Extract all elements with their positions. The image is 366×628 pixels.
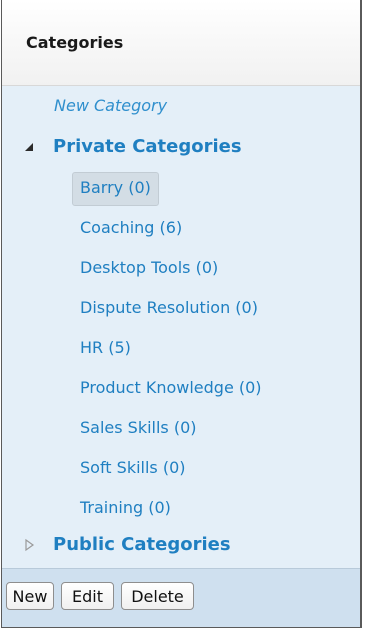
new-button[interactable]: New	[6, 582, 54, 610]
category-item-soft-skills[interactable]: Soft Skills (0)	[72, 452, 194, 486]
category-item-desktop-tools[interactable]: Desktop Tools (0)	[72, 252, 226, 286]
categories-panel: Categories New Category Private Categori…	[1, 0, 362, 628]
expanded-arrow-icon	[25, 143, 33, 151]
category-item-coaching[interactable]: Coaching (6)	[72, 212, 190, 246]
public-categories-label: Public Categories	[53, 534, 231, 555]
category-toolbar: New Edit Delete	[2, 568, 360, 627]
category-tree: New Category Private Categories Barry (0…	[2, 86, 360, 568]
category-item-hr[interactable]: HR (5)	[72, 332, 139, 366]
panel-title: Categories	[26, 33, 124, 52]
private-categories-toggle[interactable]: Private Categories	[2, 133, 302, 161]
edit-button[interactable]: Edit	[61, 582, 114, 610]
category-item-dispute-resolution[interactable]: Dispute Resolution (0)	[72, 292, 266, 326]
category-item-product-knowledge[interactable]: Product Knowledge (0)	[72, 372, 270, 406]
collapsed-arrow-icon	[25, 538, 35, 552]
private-categories-label: Private Categories	[53, 136, 242, 157]
category-item-sales-skills[interactable]: Sales Skills (0)	[72, 412, 205, 446]
public-categories-toggle[interactable]: Public Categories	[2, 531, 302, 559]
delete-button[interactable]: Delete	[121, 582, 194, 610]
panel-header: Categories	[2, 0, 360, 86]
category-item-barry[interactable]: Barry (0)	[72, 172, 159, 206]
new-category-link[interactable]: New Category	[54, 96, 167, 115]
category-item-training[interactable]: Training (0)	[72, 492, 179, 526]
